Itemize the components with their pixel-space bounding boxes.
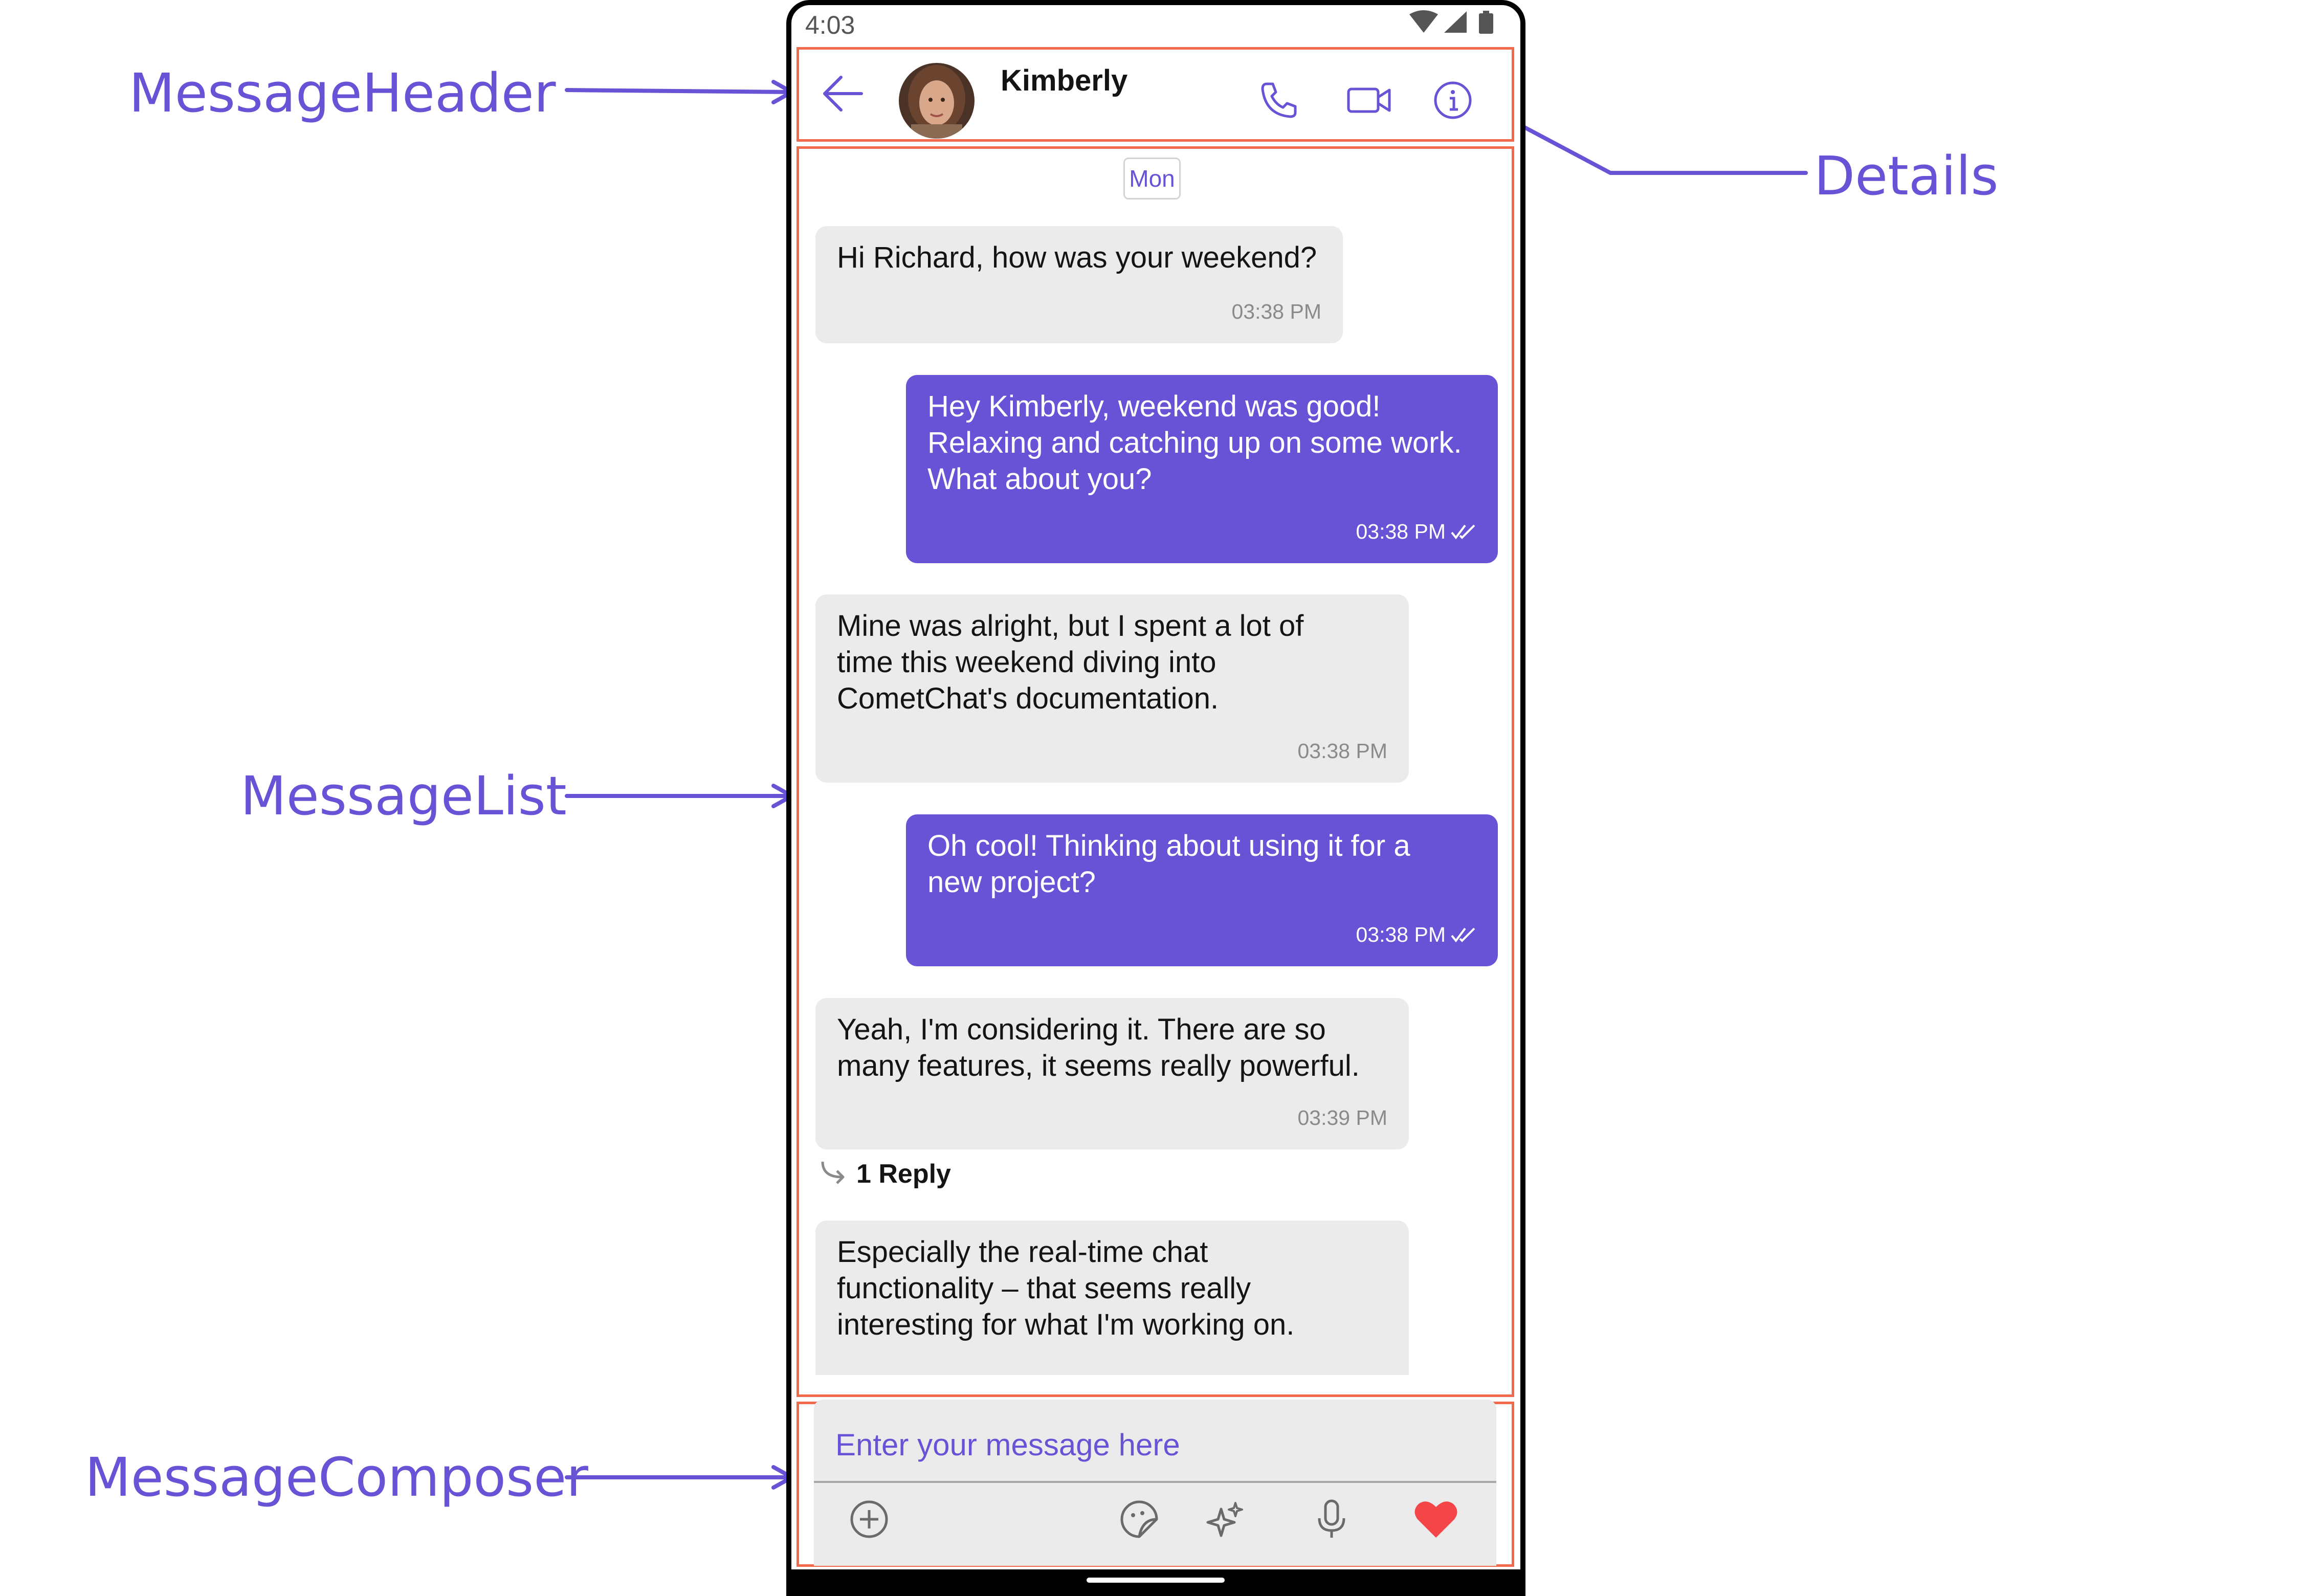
home-indicator[interactable] [1087,1578,1225,1583]
avatar[interactable] [899,63,975,139]
thread-reply-link[interactable]: 1 Reply [818,1156,951,1192]
read-receipt-icon [1451,524,1475,539]
read-receipt-icon [1451,927,1475,942]
annotation-message-list: MessageList [240,765,567,827]
date-separator: Mon [1123,158,1181,199]
reply-arrow-icon [821,1161,845,1184]
signal-icon [1444,11,1467,33]
annotation-details: Details [1814,145,1999,207]
header-arrow [565,88,794,94]
details-arrow [1493,109,1808,175]
message-time: 03:38 PM [1356,520,1446,543]
composer-divider [814,1481,1496,1483]
message-bubble-incoming[interactable]: Mine was alright, but I spent a lot of t… [815,594,1409,783]
status-icons [1409,10,1493,34]
contact-name[interactable]: Kimberly [1001,63,1127,98]
message-text: Yeah, I'm considering it. There are so m… [837,1013,1360,1082]
sticker-icon[interactable] [1115,1495,1164,1544]
microphone-icon[interactable] [1307,1495,1356,1544]
message-bubble-incoming[interactable]: Yeah, I'm considering it. There are so m… [815,998,1409,1149]
message-bubble-incoming[interactable]: Hi Richard, how was your weekend? 03:38 … [815,226,1343,343]
navigation-bar [786,1569,1525,1596]
message-text: Mine was alright, but I spent a lot of t… [837,609,1304,715]
message-text: Oh cool! Thinking about using it for a n… [927,829,1410,899]
message-time: 03:38 PM [1356,923,1446,946]
annotation-message-composer: MessageComposer [85,1446,588,1509]
battery-icon [1479,11,1493,34]
annotation-message-header: MessageHeader [129,62,556,124]
message-time: 03:39 PM [1297,1106,1388,1129]
add-attachment-icon[interactable] [845,1495,894,1544]
message-composer [814,1400,1496,1566]
message-input[interactable] [835,1427,1449,1462]
message-time-row: 03:38 PM [1356,917,1477,953]
message-bubble-outgoing[interactable]: Oh cool! Thinking about using it for a n… [906,814,1498,966]
status-time: 4:03 [805,11,855,39]
message-time: 03:38 PM [1297,739,1388,763]
message-text: Hey Kimberly, weekend was good! Relaxing… [927,390,1462,496]
message-bubble-incoming[interactable]: Especially the real-time chat functional… [815,1221,1409,1375]
info-icon[interactable] [1432,80,1473,121]
heart-icon[interactable] [1411,1495,1461,1544]
ai-sparkle-icon[interactable] [1201,1495,1250,1544]
phone-call-icon[interactable] [1259,81,1298,120]
message-bubble-outgoing[interactable]: Hey Kimberly, weekend was good! Relaxing… [906,375,1498,563]
video-call-icon[interactable] [1346,85,1391,116]
wifi-icon [1409,10,1438,33]
message-text: Especially the real-time chat functional… [837,1235,1295,1341]
message-text: Hi Richard, how was your weekend? [837,241,1317,274]
reply-count: 1 Reply [856,1159,951,1189]
message-time: 03:38 PM [1231,300,1322,323]
status-bar: 4:03 [792,3,1520,43]
back-arrow-icon[interactable] [821,73,867,114]
message-time-row: 03:38 PM [1356,514,1477,550]
